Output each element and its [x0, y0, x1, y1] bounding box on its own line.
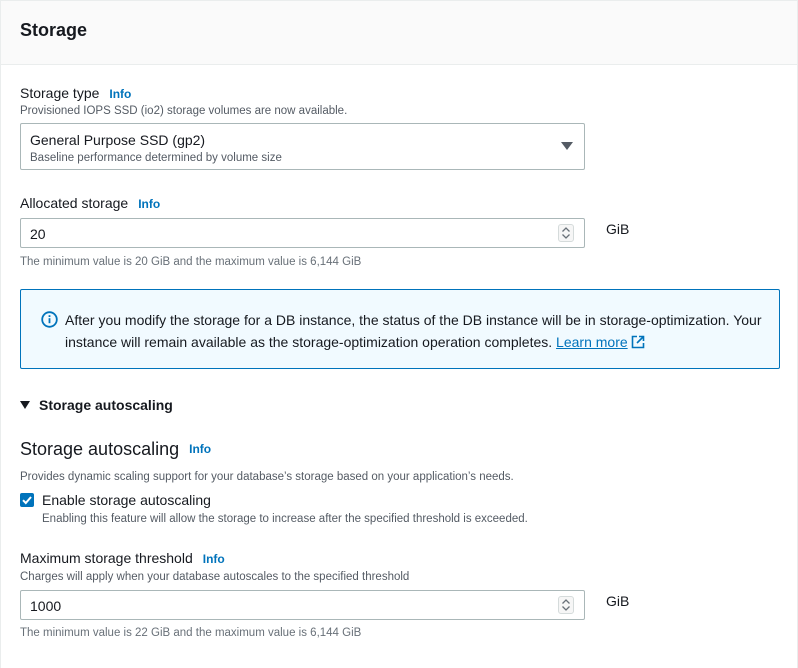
allocated-storage-info-link[interactable]: Info: [138, 197, 160, 211]
storage-panel-header: Storage: [0, 0, 798, 65]
enable-autoscaling-checkbox[interactable]: [20, 493, 34, 507]
max-threshold-info-link[interactable]: Info: [203, 552, 225, 566]
max-threshold-description: Charges will apply when your database au…: [20, 571, 410, 583]
max-threshold-unit: GiB: [606, 593, 630, 609]
allocated-storage-label-text: Allocated storage: [20, 195, 129, 211]
storage-type-description: Provisioned IOPS SSD (io2) storage volum…: [20, 105, 348, 117]
storage-type-info-link[interactable]: Info: [109, 87, 131, 101]
caret-down-icon: [561, 142, 573, 150]
caret-down-icon: [20, 401, 30, 409]
allocated-storage-label: Allocated storage Info: [20, 195, 160, 211]
expander-label: Storage autoscaling: [39, 397, 173, 413]
number-stepper-icon[interactable]: [558, 224, 574, 242]
storage-type-select[interactable]: General Purpose SSD (gp2) Baseline perfo…: [20, 123, 585, 170]
storage-optimization-alert: After you modify the storage for a DB in…: [20, 289, 780, 369]
max-threshold-hint: The minimum value is 22 GiB and the maxi…: [20, 627, 362, 639]
learn-more-link-text: Learn more: [556, 334, 628, 350]
storage-autoscaling-title: Storage autoscaling Info: [20, 439, 211, 460]
max-threshold-input[interactable]: 1000: [20, 590, 585, 620]
allocated-storage-input[interactable]: 20: [20, 218, 585, 248]
alert-text: After you modify the storage for a DB in…: [65, 312, 762, 350]
number-stepper-icon[interactable]: [558, 596, 574, 614]
alert-message: After you modify the storage for a DB in…: [65, 309, 770, 355]
max-threshold-label: Maximum storage threshold Info: [20, 550, 225, 566]
storage-type-selected-value: General Purpose SSD (gp2): [30, 132, 206, 148]
external-link-icon[interactable]: [631, 333, 645, 355]
max-threshold-value: 1000: [30, 598, 62, 614]
allocated-storage-unit: GiB: [606, 221, 630, 237]
autoscaling-info-link[interactable]: Info: [189, 442, 211, 456]
storage-type-selected-description: Baseline performance determined by volum…: [30, 152, 282, 164]
max-threshold-label-text: Maximum storage threshold: [20, 550, 193, 566]
allocated-storage-value: 20: [30, 226, 46, 242]
allocated-storage-hint: The minimum value is 20 GiB and the maxi…: [20, 256, 362, 268]
storage-type-label-text: Storage type: [20, 85, 100, 101]
storage-autoscaling-expander[interactable]: Storage autoscaling: [20, 397, 173, 413]
checkmark-icon: [22, 496, 32, 505]
autoscaling-title-text: Storage autoscaling: [20, 439, 180, 459]
storage-type-label: Storage type Info: [20, 85, 131, 101]
panel-title: Storage: [20, 20, 88, 40]
learn-more-link[interactable]: Learn more: [556, 334, 628, 350]
enable-autoscaling-label[interactable]: Enable storage autoscaling: [42, 492, 211, 508]
autoscaling-description: Provides dynamic scaling support for you…: [20, 471, 514, 483]
enable-autoscaling-description: Enabling this feature will allow the sto…: [42, 513, 528, 525]
info-circle-icon: [41, 311, 58, 333]
